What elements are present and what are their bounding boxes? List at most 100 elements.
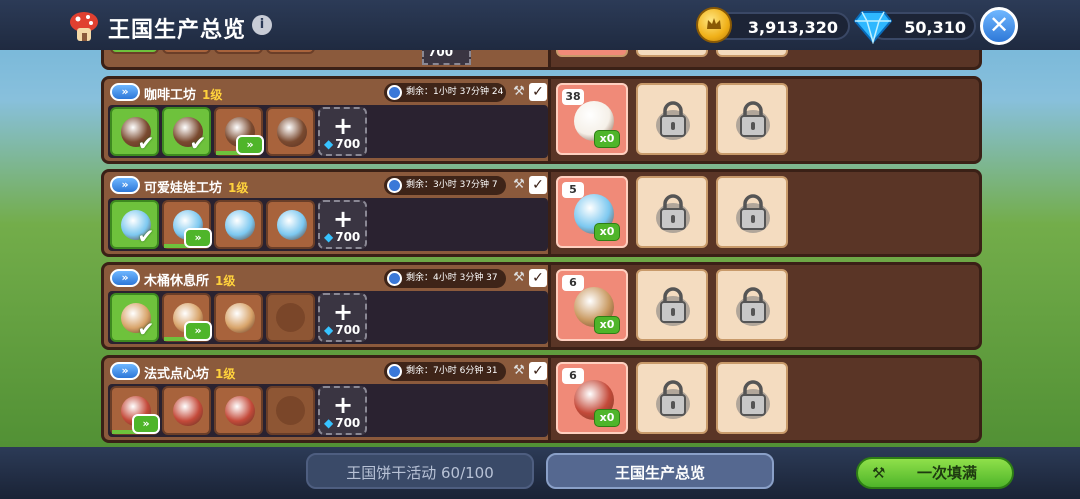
checkmark-icon: ✔ (137, 131, 155, 155)
locked-product-card[interactable] (716, 362, 788, 434)
building-name-text: 木桶休息所 (144, 274, 210, 289)
padlock-icon (736, 101, 770, 140)
production-slot[interactable] (266, 293, 315, 342)
product-card[interactable]: 5 x0 (556, 176, 628, 248)
slot-track: ✔ » + 700 (108, 198, 548, 251)
building-level: 1级 (202, 88, 223, 102)
building-header: » 可爱娃娃工坊 1级 剩余：3小时 37分钟 7秒 ⚒ ✓ (104, 174, 551, 209)
header-bar: 王国生产总览 i 3,913,320 50,310 ✕ (0, 0, 1080, 50)
production-slot[interactable] (214, 386, 263, 435)
production-slot[interactable]: » (110, 386, 160, 435)
auto-fill-checkbox[interactable]: ✓ (529, 176, 547, 194)
locked-product-card[interactable] (716, 176, 788, 248)
clock-icon (387, 364, 402, 379)
product-card[interactable]: 6 x0 (556, 269, 628, 341)
locked-product-card[interactable] (636, 176, 708, 248)
locked-product-card[interactable] (716, 83, 788, 155)
tab-kingdom-event[interactable]: 王国饼干活动 60/100 (306, 453, 534, 489)
page-title: 王国生产总览 (108, 18, 247, 43)
production-slot[interactable] (266, 386, 315, 435)
product-card[interactable]: 38 x0 (556, 83, 628, 155)
queued-count-badge: x0 (594, 223, 620, 241)
padlock-icon (736, 380, 770, 419)
locked-product-card[interactable] (636, 362, 708, 434)
tab-production-overview[interactable]: 王国生产总览 (546, 453, 774, 489)
plus-icon: + (333, 298, 354, 326)
production-slot[interactable]: » (162, 293, 212, 342)
production-slot[interactable] (266, 107, 315, 156)
auto-fill-checkbox[interactable]: ✓ (529, 83, 547, 101)
building-level: 1级 (228, 181, 249, 195)
remaining-timer: 剩余：7小时 6分钟 31秒 (384, 362, 506, 395)
add-slot-cost: 700 (324, 416, 360, 430)
add-slot-cost: 700 (324, 323, 360, 337)
slot-track: » + 700 (108, 384, 548, 437)
production-slot[interactable] (266, 200, 315, 249)
add-slot-button[interactable]: + 700 (318, 386, 367, 435)
padlock-icon (736, 287, 770, 326)
checkmark-icon: ✔ (137, 224, 155, 248)
product-icon (173, 396, 203, 426)
queued-count-badge: x0 (594, 130, 620, 148)
building-name: 木桶休息所 1级 (144, 270, 235, 289)
close-button[interactable]: ✕ (980, 7, 1018, 45)
remaining-timer: 剩余：3小时 37分钟 7秒 (384, 176, 506, 209)
mushroom-house-icon (70, 12, 98, 41)
gem-icon (854, 11, 892, 44)
plus-icon: + (333, 205, 354, 233)
production-slot[interactable]: » (162, 200, 212, 249)
remaining-timer: 剩余：4小时 3分钟 37秒 (384, 269, 506, 302)
add-slot-button[interactable]: + 700 (318, 107, 367, 156)
goto-building-button[interactable]: » (110, 176, 140, 194)
production-slot[interactable]: ✔ (110, 107, 159, 156)
add-slot-cost: 700 (324, 230, 360, 244)
locked-product-card[interactable] (636, 83, 708, 155)
production-slot[interactable]: ✔ (110, 200, 159, 249)
fast-forward-icon[interactable]: » (236, 135, 264, 155)
fill-all-button[interactable]: ⚒ 一次填满 (856, 457, 1014, 489)
production-slot[interactable] (162, 386, 211, 435)
fast-forward-icon[interactable]: » (184, 228, 212, 248)
building-row: » 法式点心坊 1级 剩余：7小时 6分钟 31秒 ⚒ ✓ » + 700 6 x… (101, 355, 982, 443)
queued-count-badge: x0 (594, 409, 620, 427)
padlock-icon (656, 380, 690, 419)
padlock-icon (656, 194, 690, 233)
queued-count-badge: x0 (594, 316, 620, 334)
stock-count: 5 (562, 182, 584, 198)
production-slot[interactable]: ✔ (162, 107, 211, 156)
auto-fill-checkbox[interactable]: ✓ (529, 362, 547, 380)
product-icon (277, 117, 307, 147)
fast-forward-icon[interactable]: » (132, 414, 160, 434)
building-name: 可爱娃娃工坊 1级 (144, 177, 248, 196)
add-slot-button[interactable]: + 700 (318, 200, 367, 249)
hammer-icon[interactable]: ⚒ (511, 84, 527, 100)
locked-product-card[interactable] (636, 269, 708, 341)
production-slot[interactable] (214, 200, 263, 249)
building-name: 法式点心坊 1级 (144, 363, 235, 382)
auto-fill-checkbox[interactable]: ✓ (529, 269, 547, 287)
fast-forward-icon[interactable]: » (184, 321, 212, 341)
coin-balance: 3,913,320 (712, 12, 850, 40)
building-name-text: 法式点心坊 (144, 367, 210, 382)
hammer-icon[interactable]: ⚒ (511, 363, 527, 379)
add-slot-button[interactable]: + 700 (318, 293, 367, 342)
stock-count: 6 (562, 368, 584, 384)
production-slot[interactable] (214, 293, 263, 342)
production-slot[interactable]: » (214, 107, 264, 156)
hammer-icon[interactable]: ⚒ (511, 177, 527, 193)
checkmark-icon: ✔ (189, 131, 207, 155)
info-icon[interactable]: i (252, 15, 272, 35)
building-row: » 木桶休息所 1级 剩余：4小时 3分钟 37秒 ⚒ ✓ ✔ » + 700 6 … (101, 262, 982, 350)
building-name-text: 可爱娃娃工坊 (144, 181, 223, 196)
goto-building-button[interactable]: » (110, 83, 140, 101)
goto-building-button[interactable]: » (110, 362, 140, 380)
stock-count: 6 (562, 275, 584, 291)
goto-building-button[interactable]: » (110, 269, 140, 287)
slot-panel: » 咖啡工坊 1级 剩余：1小时 37分钟 24秒 ⚒ ✓ ✔ ✔ » + 700 (104, 79, 551, 161)
product-card[interactable]: 6 x0 (556, 362, 628, 434)
fill-all-label: 一次填满 (916, 464, 977, 482)
hammer-icon[interactable]: ⚒ (511, 270, 527, 286)
remaining-timer: 剩余：1小时 37分钟 24秒 (384, 83, 506, 116)
locked-product-card[interactable] (716, 269, 788, 341)
production-slot[interactable]: ✔ (110, 293, 159, 342)
